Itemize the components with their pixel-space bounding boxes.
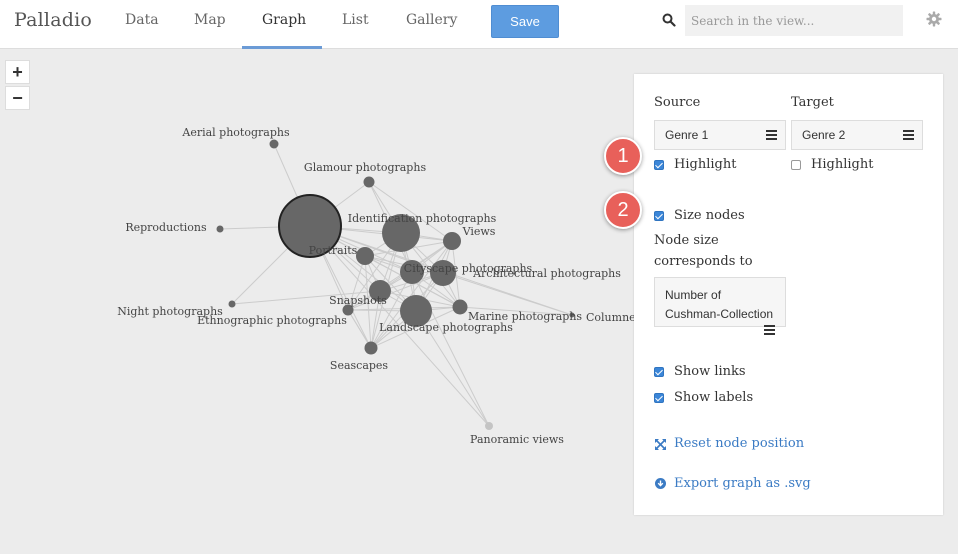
annotation-badge-2: 2 <box>604 191 642 229</box>
graph-node[interactable] <box>363 176 375 188</box>
target-dimension-value: Genre 2 <box>802 128 846 142</box>
source-dimension-value: Genre 1 <box>665 128 709 142</box>
graph-node[interactable] <box>356 247 374 265</box>
graph-links <box>219 143 573 427</box>
source-highlight-checkbox[interactable] <box>654 160 664 170</box>
reset-node-position-link[interactable]: Reset node position <box>674 436 804 451</box>
menu-icon[interactable] <box>764 325 775 335</box>
download-icon <box>655 478 666 489</box>
tab-graph[interactable]: Graph <box>262 12 306 28</box>
search-icon[interactable] <box>662 13 676 27</box>
graph-node-label: Seascapes <box>330 359 389 372</box>
show-links-checkbox[interactable] <box>654 367 664 377</box>
expand-arrows-icon <box>655 439 666 450</box>
source-highlight-label[interactable]: Highlight <box>674 157 736 172</box>
size-nodes-label[interactable]: Size nodes <box>674 208 745 223</box>
graph-link <box>347 309 372 349</box>
active-tab-indicator <box>242 46 322 49</box>
search-input[interactable] <box>685 5 903 36</box>
menu-icon <box>766 130 777 140</box>
annotation-badge-1: 1 <box>604 137 642 175</box>
graph-node-label: Panoramic views <box>470 433 564 446</box>
size-nodes-checkbox[interactable] <box>654 211 664 221</box>
graph-node-label: Identification photographs <box>348 212 497 225</box>
node-size-value-line2: Cushman-Collection <box>665 307 774 321</box>
graph-node[interactable] <box>269 139 279 149</box>
graph-node-label: Landscape photographs <box>379 321 513 334</box>
gear-icon[interactable] <box>926 11 942 27</box>
source-label: Source <box>654 95 701 110</box>
export-svg-link[interactable]: Export graph as .svg <box>674 476 811 491</box>
graph-node[interactable] <box>228 300 236 308</box>
graph-node-label: Columne <box>586 311 636 324</box>
node-size-value-line1: Number of <box>665 288 722 302</box>
target-highlight-label[interactable]: Highlight <box>811 157 873 172</box>
app-logo[interactable]: Palladio <box>14 9 92 31</box>
target-highlight-checkbox[interactable] <box>791 160 801 170</box>
graph-node-label: Architectural photographs <box>472 267 621 280</box>
graph-node[interactable] <box>485 422 493 430</box>
graph-node-label: Reproductions <box>125 221 207 234</box>
save-button[interactable]: Save <box>491 5 559 38</box>
tab-gallery[interactable]: Gallery <box>406 12 457 28</box>
graph-node-label: Views <box>462 225 496 238</box>
node-size-select[interactable]: Number of Cushman-Collection <box>654 277 786 327</box>
top-navigation: Palladio Data Map Graph List Gallery Sav… <box>0 0 958 49</box>
show-links-label[interactable]: Show links <box>674 364 746 379</box>
graph-nodes[interactable] <box>216 139 575 431</box>
graph-node-label: Ethnographic photographs <box>197 314 347 327</box>
tab-list[interactable]: List <box>342 12 369 28</box>
graph-node-label: Aerial photographs <box>181 126 290 139</box>
target-dimension-select[interactable]: Genre 2 <box>791 120 923 150</box>
node-size-label: Node size <box>654 233 719 248</box>
graph-node-label: Glamour photographs <box>304 161 427 174</box>
tab-map[interactable]: Map <box>194 12 226 28</box>
graph-node[interactable] <box>443 232 461 250</box>
show-labels-label[interactable]: Show labels <box>674 390 753 405</box>
graph-node[interactable] <box>452 299 468 315</box>
graph-node[interactable] <box>216 225 224 233</box>
graph-node-label: Portraits <box>309 244 358 257</box>
graph-node[interactable] <box>364 341 378 355</box>
graph-settings-panel: Source Target Genre 1 Genre 2 Highlight … <box>634 74 943 515</box>
target-label: Target <box>791 95 834 110</box>
show-labels-checkbox[interactable] <box>654 393 664 403</box>
node-size-label-line2: corresponds to <box>654 254 753 269</box>
graph-node-label: Snapshots <box>329 294 387 307</box>
menu-icon <box>903 130 914 140</box>
source-dimension-select[interactable]: Genre 1 <box>654 120 786 150</box>
tab-data[interactable]: Data <box>125 12 159 28</box>
